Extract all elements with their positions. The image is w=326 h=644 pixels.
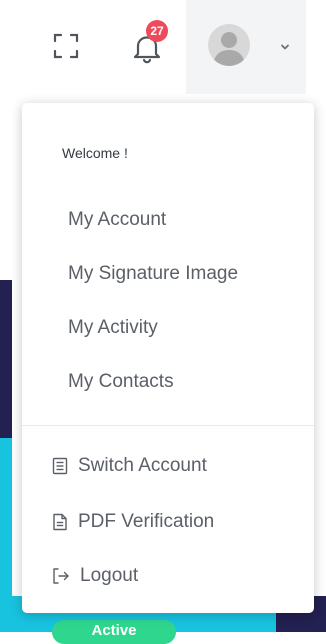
menu-divider bbox=[22, 425, 314, 426]
menu-item-my-account[interactable]: My Account bbox=[68, 209, 166, 231]
menu-item-pdf-verification[interactable]: PDF Verification bbox=[52, 511, 214, 533]
menu-item-my-activity[interactable]: My Activity bbox=[68, 317, 158, 339]
document-icon bbox=[52, 513, 68, 531]
logout-label: Logout bbox=[80, 565, 139, 586]
fullscreen-button[interactable] bbox=[50, 32, 82, 64]
background-panel-navy bbox=[0, 280, 12, 438]
welcome-heading: Welcome ! bbox=[62, 145, 128, 161]
chevron-down-icon bbox=[280, 38, 290, 56]
pdf-verification-label: PDF Verification bbox=[78, 511, 215, 532]
avatar bbox=[208, 24, 250, 66]
status-pill: Active bbox=[52, 620, 176, 644]
notifications-button[interactable]: 27 bbox=[128, 20, 168, 66]
menu-item-my-signature-image[interactable]: My Signature Image bbox=[68, 263, 238, 285]
menu-item-switch-account[interactable]: Switch Account bbox=[52, 455, 207, 477]
list-icon bbox=[52, 457, 68, 475]
fullscreen-icon bbox=[53, 33, 79, 64]
menu-item-logout[interactable]: Logout bbox=[52, 565, 138, 587]
top-header: 27 bbox=[0, 0, 326, 100]
user-avatar-icon bbox=[213, 32, 245, 66]
menu-item-my-contacts[interactable]: My Contacts bbox=[68, 371, 174, 393]
notification-count-badge: 27 bbox=[146, 20, 168, 42]
profile-menu-toggle[interactable] bbox=[186, 0, 306, 94]
switch-account-label: Switch Account bbox=[78, 455, 207, 476]
logout-icon bbox=[52, 567, 70, 585]
profile-dropdown-menu: Welcome ! My Account My Signature Image … bbox=[22, 103, 314, 613]
